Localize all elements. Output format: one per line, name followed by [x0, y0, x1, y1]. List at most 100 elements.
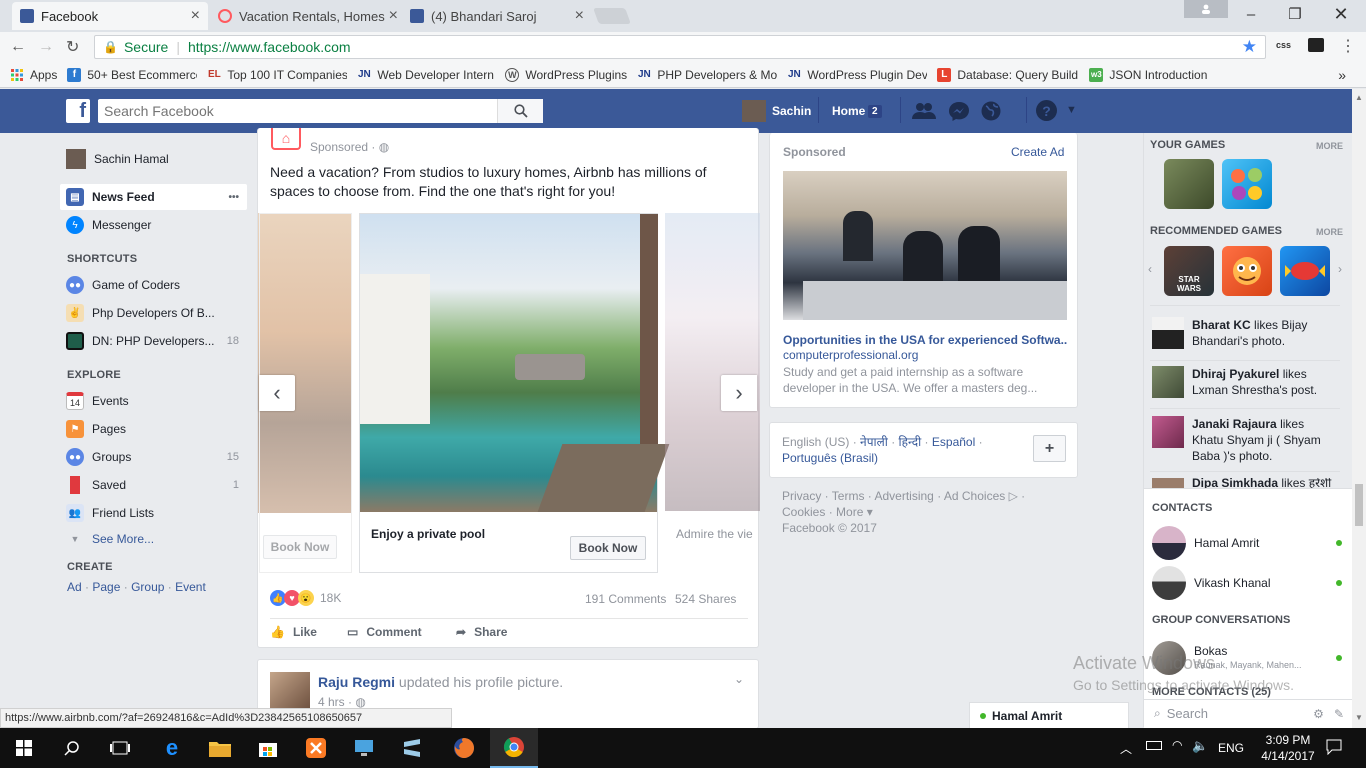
firefox-icon[interactable]	[440, 728, 488, 768]
minimize-icon[interactable]: –	[1228, 0, 1274, 28]
ad-image[interactable]	[783, 171, 1067, 320]
language-hindi-link[interactable]: हिन्दी	[899, 435, 922, 449]
sidebar-item-friend-lists[interactable]: 👥 Friend Lists	[60, 500, 247, 526]
ticker-item[interactable]: Bharat KC likes Bijay Bhandari's photo.	[1152, 317, 1332, 361]
scroll-up-icon[interactable]: ▲	[1355, 93, 1363, 102]
xampp-icon[interactable]	[292, 728, 340, 768]
file-explorer-icon[interactable]	[196, 728, 244, 768]
camera-icon[interactable]	[1308, 38, 1324, 52]
create-event-link[interactable]: Event	[175, 580, 206, 594]
more-recommended-link[interactable]: MORE	[1316, 227, 1343, 237]
game-thumbnail-fruits[interactable]	[1222, 159, 1272, 209]
profile-nav-item[interactable]: Sachin Hamal	[60, 146, 247, 172]
like-button[interactable]: 👍 Like	[270, 625, 317, 639]
task-view-icon[interactable]	[96, 728, 144, 768]
close-tab-icon[interactable]: ×	[575, 7, 584, 25]
carousel-prev-button[interactable]: ‹	[259, 375, 295, 411]
sidebar-item-saved[interactable]: Saved 1	[60, 472, 247, 498]
sidebar-item-pages[interactable]: ⚑ Pages	[60, 416, 247, 442]
games-prev-icon[interactable]: ‹	[1148, 262, 1152, 276]
see-more-link[interactable]: ▼ See More...	[60, 526, 247, 552]
bookmark-wordpress-plugins[interactable]: W WordPress Plugins	[505, 67, 627, 82]
sidebar-item-groups[interactable]: ●● Groups 15	[60, 444, 247, 470]
search-icon[interactable]	[48, 728, 96, 768]
chat-search[interactable]: ⌕ Search ⚙ ✎	[1144, 699, 1352, 727]
profile-icon[interactable]	[1184, 0, 1228, 18]
sidebar-item-php-developers[interactable]: ✌ Php Developers Of B...	[60, 300, 247, 326]
ad-domain[interactable]: computerprofessional.org	[783, 348, 918, 362]
chevron-down-icon[interactable]: ⌄	[734, 672, 744, 686]
language-indicator[interactable]: ENG	[1218, 741, 1244, 755]
bookmark-json-introduction[interactable]: w3 JSON Introduction	[1089, 67, 1207, 82]
notifications-globe-icon[interactable]	[980, 100, 1002, 125]
address-bar[interactable]: 🔒 Secure | https://www.facebook.com ★	[94, 35, 1266, 59]
more-contacts-heading[interactable]: MORE CONTACTS (25)	[1152, 686, 1271, 698]
tab-airbnb[interactable]: Vacation Rentals, Homes ×	[210, 2, 406, 30]
ticker-item[interactable]: Dipa Simkhada likes हरेशी	[1152, 478, 1332, 488]
close-tab-icon[interactable]: ×	[191, 7, 200, 25]
games-next-icon[interactable]: ›	[1338, 262, 1342, 276]
scroll-down-icon[interactable]: ▼	[1355, 713, 1363, 722]
forward-icon[interactable]: →	[38, 38, 54, 56]
advertising-link[interactable]: Advertising	[874, 489, 933, 503]
close-tab-icon[interactable]: ×	[389, 7, 398, 25]
create-ad-link[interactable]: Ad	[67, 580, 82, 594]
ticker-item[interactable]: Janaki Rajaura likes Khatu Shyam ji ( Sh…	[1152, 416, 1332, 468]
post-timestamp[interactable]: 4 hrs · ◍	[318, 695, 366, 709]
game-thumbnail-shooter[interactable]	[1164, 159, 1214, 209]
more-games-link[interactable]: MORE	[1316, 141, 1343, 151]
comments-count[interactable]: 191 Comments	[585, 592, 666, 606]
game-thumbnail-candy-crush[interactable]	[1280, 246, 1330, 296]
cookies-link[interactable]: Cookies	[782, 505, 825, 519]
language-spanish-link[interactable]: Español	[932, 435, 975, 449]
sublime-text-icon[interactable]	[388, 728, 436, 768]
carousel-image-right[interactable]	[665, 213, 760, 511]
add-language-button[interactable]: +	[1033, 435, 1066, 462]
comment-button[interactable]: ▭ Comment	[347, 625, 422, 639]
carousel-card-pool[interactable]: Enjoy a private pool Book Now	[359, 213, 670, 573]
create-page-link[interactable]: Page	[92, 580, 120, 594]
sidebar-item-events[interactable]: 14 Events	[60, 388, 247, 414]
scrollbar-thumb[interactable]	[1355, 484, 1363, 526]
volume-icon[interactable]: 🔈	[1192, 738, 1208, 754]
create-group-link[interactable]: Group	[131, 580, 164, 594]
share-button[interactable]: ➦ Share	[456, 625, 507, 639]
book-now-button[interactable]: Book Now	[570, 536, 646, 560]
new-tab-button[interactable]	[593, 8, 631, 24]
ad-title-link[interactable]: Opportunities in the USA for experienced…	[783, 333, 1067, 347]
restore-icon[interactable]: ❐	[1272, 0, 1318, 28]
more-bookmarks-icon[interactable]: »	[1338, 67, 1346, 83]
book-now-button[interactable]: Book Now	[263, 535, 337, 559]
language-nepali-link[interactable]: नेपाली	[860, 435, 888, 449]
user-avatar[interactable]	[742, 100, 766, 122]
account-dropdown-icon[interactable]: ▼	[1066, 104, 1077, 116]
wifi-icon[interactable]: ◠	[1172, 738, 1182, 752]
chat-tab[interactable]: Hamal Amrit	[969, 702, 1129, 728]
game-thumbnail-star-wars[interactable]: STAR WARS	[1164, 246, 1214, 296]
friend-requests-icon[interactable]	[912, 101, 936, 124]
avatar[interactable]	[270, 672, 310, 712]
reactions-summary[interactable]: 👍 ♥ 😮 18K	[270, 590, 341, 606]
search-button[interactable]	[497, 99, 543, 123]
bookmark-apps[interactable]: Apps	[10, 68, 57, 82]
bookmark-wordpress-plugin-dev[interactable]: JN WordPress Plugin Dev	[787, 68, 927, 82]
action-center-icon[interactable]	[1326, 739, 1342, 758]
bookmark-web-developer[interactable]: JN Web Developer Intern	[357, 68, 495, 82]
tab-bhandari[interactable]: (4) Bhandari Saroj ×	[402, 2, 592, 30]
sidebar-item-news-feed[interactable]: ▤ News Feed •••	[60, 184, 247, 210]
post-author-link[interactable]: Raju Regmi	[318, 674, 395, 690]
more-link[interactable]: More	[836, 505, 863, 519]
bookmark-it-companies[interactable]: EL Top 100 IT Companies	[207, 68, 347, 82]
terms-link[interactable]: Terms	[832, 489, 865, 503]
more-options-icon[interactable]: •••	[228, 192, 239, 203]
sidebar-item-dn-php-developers[interactable]: DN: PHP Developers... 18	[60, 328, 247, 354]
language-portuguese-link[interactable]: Português (Brasil)	[782, 451, 878, 465]
bookmark-ecommerce[interactable]: f 50+ Best Ecommerce	[67, 67, 197, 82]
shares-count[interactable]: 524 Shares	[675, 592, 736, 606]
menu-icon[interactable]: ⋮	[1340, 36, 1356, 56]
contact-item[interactable]: Vikash Khanal	[1152, 565, 1342, 601]
chrome-icon[interactable]	[490, 728, 538, 768]
gear-icon[interactable]: ⚙	[1313, 707, 1324, 721]
tab-facebook[interactable]: Facebook ×	[12, 2, 208, 30]
create-ad-link[interactable]: Create Ad	[1011, 145, 1064, 159]
